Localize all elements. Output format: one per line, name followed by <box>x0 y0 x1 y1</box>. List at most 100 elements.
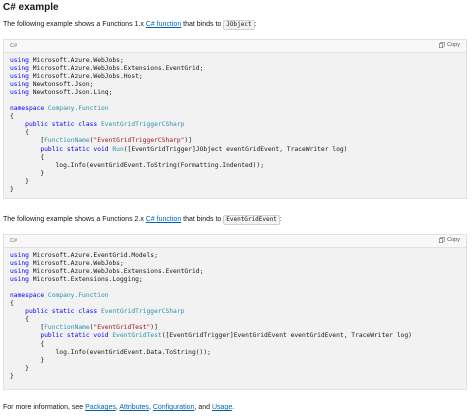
code-token: FunctionName <box>44 324 90 332</box>
code-line: using Microsoft.Azure.WebJobs.Extensions… <box>10 268 203 275</box>
code-line: namespace Company.Function <box>10 105 109 112</box>
code-token: Microsoft.Azure.EventGrid.Models; <box>32 252 158 259</box>
code-token: using <box>10 81 29 89</box>
code-line: { <box>10 316 29 323</box>
code-token: } <box>10 177 29 185</box>
code-token: Run <box>112 145 124 153</box>
packages-link[interactable]: Packages <box>85 404 116 411</box>
code-block-1: C# Copy using Microsoft.Azure.WebJobs; u… <box>3 39 467 199</box>
code-line: } <box>10 170 44 177</box>
code-line: { <box>10 154 44 161</box>
code-token: using <box>10 65 29 73</box>
copy-label: Copy <box>447 237 460 243</box>
code-token: } <box>10 185 14 193</box>
code-line: [FunctionName("EventGridTriggerCSharp")] <box>10 137 192 144</box>
code-line: log.Info(eventGridEvent.Data.ToString())… <box>10 348 211 356</box>
code-line: { <box>10 341 44 348</box>
footer-suffix: . <box>232 404 235 411</box>
code-content: using Microsoft.Azure.EventGrid.Models; … <box>4 248 466 381</box>
code-token: Microsoft.Azure.WebJobs.Extensions.Event… <box>32 268 204 276</box>
code-token: namespace <box>10 105 45 113</box>
code-token: [ <box>10 324 45 332</box>
code-line: [FunctionName("EventGridTest")] <box>10 324 158 331</box>
code-block-header: C# Copy <box>4 40 466 53</box>
attributes-link[interactable]: Attributes <box>119 404 149 411</box>
code-token: using <box>10 73 29 81</box>
code-line: } <box>10 186 14 193</box>
csharp-function-link-2[interactable]: C# function <box>146 216 181 223</box>
para2-suffix: : <box>279 216 282 223</box>
code-line: using Microsoft.Azure.WebJobs.Extensions… <box>10 65 203 72</box>
code-line: { <box>10 129 29 136</box>
para1-suffix: : <box>254 21 257 28</box>
code-line: public static void EventGridTest([EventG… <box>10 332 412 339</box>
code-line: namespace Company.Function <box>10 292 109 299</box>
code-token: Microsoft.Azure.WebJobs; <box>32 260 124 268</box>
code-token: } <box>10 356 45 364</box>
code-line: using Microsoft.Azure.WebJobs; <box>10 57 124 64</box>
code-token: { <box>10 300 14 308</box>
para1-mid: that binds to <box>181 21 224 28</box>
code-token: Microsoft.Azure.WebJobs.Host; <box>32 73 143 81</box>
footer-sep: , and <box>194 404 212 411</box>
code-token: { <box>10 340 45 348</box>
code-token: using <box>10 89 29 97</box>
code-line: } <box>10 178 29 185</box>
language-label: C# <box>10 43 18 49</box>
code-line: using Microsoft.Azure.WebJobs.Host; <box>10 73 143 80</box>
code-token: using <box>10 260 29 268</box>
code-token: Microsoft.Azure.WebJobs.Extensions.Event… <box>32 65 204 73</box>
code-token: public static void <box>40 332 109 340</box>
code-line: public static class EventGridTriggerCSha… <box>10 308 184 315</box>
footer-prefix: For more information, see <box>3 404 86 411</box>
code-line: using Microsoft.Azure.WebJobs; <box>10 260 124 267</box>
copy-icon <box>439 237 445 243</box>
code-token: EventGridTriggerCSharp <box>101 308 185 316</box>
code-token: log.Info(eventGridEvent.ToString(Formatt… <box>10 161 265 169</box>
code-token: using <box>10 268 29 276</box>
para1-prefix: The following example shows a Functions … <box>3 21 146 28</box>
code-token: using <box>10 276 29 284</box>
code-token: { <box>10 113 14 121</box>
code-token: Newtonsoft.Json.Linq; <box>32 89 113 97</box>
code-block-2: C# Copy using Microsoft.Azure.EventGrid.… <box>3 234 467 390</box>
eventgridevent-inline-code: EventGridEvent <box>223 215 280 225</box>
footer-paragraph: For more information, see Packages, Attr… <box>3 403 234 413</box>
jobject-inline-code: JObject <box>223 20 255 30</box>
copy-label: Copy <box>447 42 460 48</box>
code-token: EventGridTriggerCSharp <box>101 121 185 129</box>
code-token: using <box>10 252 29 259</box>
code-token: } <box>10 169 45 177</box>
intro-paragraph-2: The following example shows a Functions … <box>3 215 282 225</box>
code-token: public static class <box>25 308 98 316</box>
code-line: using Newtonsoft.Json; <box>10 81 93 88</box>
para2-mid: that binds to <box>181 216 224 223</box>
code-token: )] <box>150 324 158 332</box>
code-token: using <box>10 57 29 64</box>
configuration-link[interactable]: Configuration <box>153 404 195 411</box>
code-token: namespace <box>10 292 45 300</box>
section-heading: C# example <box>3 2 59 13</box>
copy-button[interactable]: Copy <box>437 236 462 244</box>
code-token: "EventGridTriggerCSharp" <box>93 137 185 145</box>
code-line: { <box>10 113 14 120</box>
code-line: } <box>10 373 14 380</box>
code-token: } <box>10 372 14 380</box>
code-token: log.Info(eventGridEvent.Data.ToString())… <box>10 348 211 356</box>
code-token: } <box>10 364 29 372</box>
code-token: public static void <box>40 145 109 153</box>
code-content: using Microsoft.Azure.WebJobs; using Mic… <box>4 53 466 194</box>
code-line: using Newtonsoft.Json.Linq; <box>10 89 112 96</box>
copy-button[interactable]: Copy <box>437 41 462 49</box>
usage-link[interactable]: Usage <box>212 404 232 411</box>
code-token: public static class <box>25 121 98 129</box>
csharp-function-link-1[interactable]: C# function <box>146 21 181 28</box>
para2-prefix: The following example shows a Functions … <box>3 216 146 223</box>
code-line: } <box>10 365 29 372</box>
code-token: Newtonsoft.Json; <box>32 81 94 89</box>
code-line: log.Info(eventGridEvent.ToString(Formatt… <box>10 162 264 169</box>
code-token: Company.Function <box>47 292 109 300</box>
language-label: C# <box>10 238 18 244</box>
